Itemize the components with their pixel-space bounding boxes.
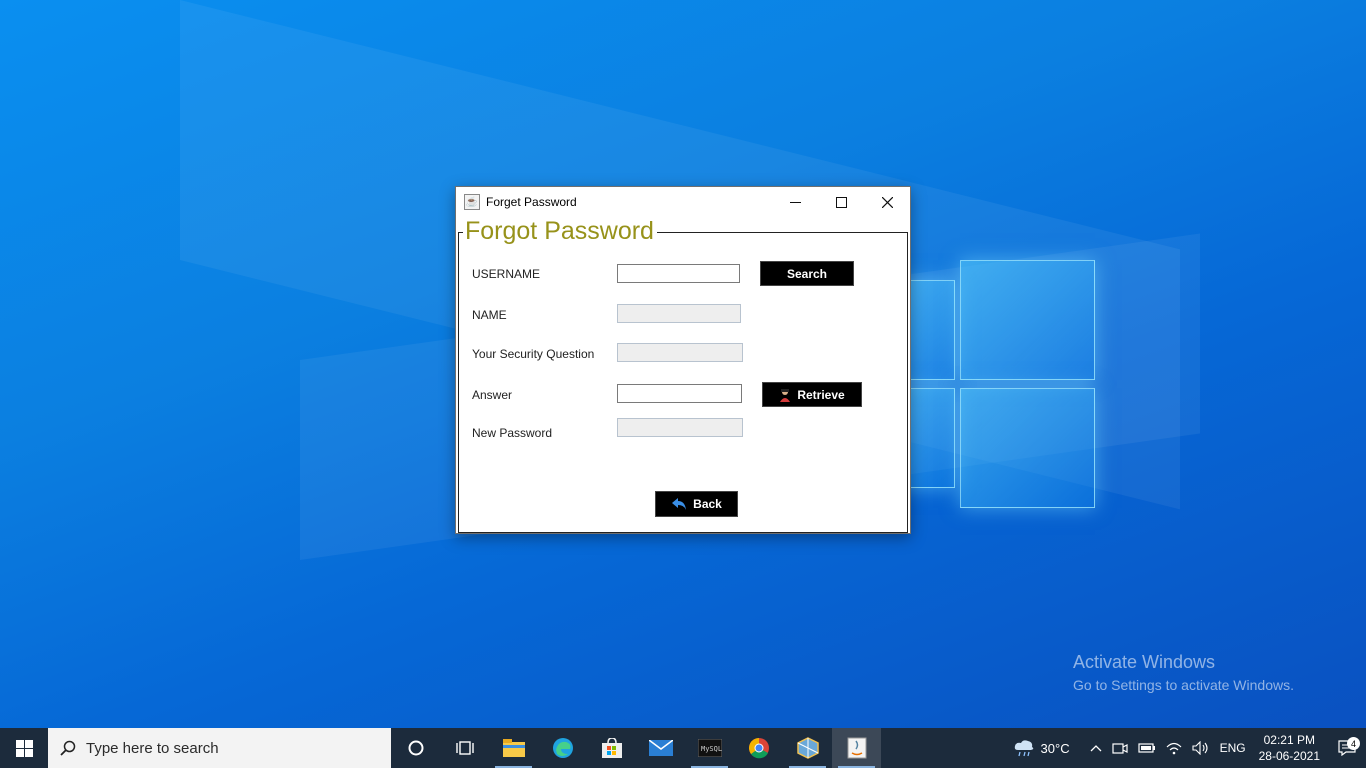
activate-windows-watermark: Activate Windows Go to Settings to activ… [1073, 652, 1294, 693]
show-hidden-icons-button[interactable] [1085, 744, 1107, 752]
clock-date: 28-06-2021 [1258, 749, 1320, 763]
store-icon[interactable] [587, 728, 636, 768]
window-title: Forget Password [486, 195, 577, 209]
logo-pane [960, 388, 1095, 508]
name-field [617, 304, 741, 323]
mysql-icon[interactable]: MySQL [685, 728, 734, 768]
watermark-subtitle[interactable]: Go to Settings to activate Windows. [1073, 677, 1294, 693]
search-button[interactable]: Search [760, 261, 854, 286]
close-button[interactable] [864, 187, 910, 217]
minimize-button[interactable] [772, 187, 818, 217]
answer-field[interactable] [617, 384, 742, 403]
watermark-title: Activate Windows [1073, 652, 1216, 672]
search-icon [60, 740, 76, 756]
username-field[interactable] [617, 264, 740, 283]
username-input[interactable] [618, 265, 739, 283]
retrieve-button-label: Retrieve [797, 387, 845, 402]
chevron-up-icon [1090, 745, 1102, 752]
start-button[interactable] [0, 728, 48, 768]
java-icon[interactable] [832, 728, 881, 768]
name-label: NAME [472, 308, 507, 322]
security-question-field [617, 343, 743, 362]
maximize-icon [835, 196, 847, 208]
system-tray: 30°C ENG 02:21 PM 28-06-2021 4 [1008, 728, 1366, 768]
meet-now-icon[interactable] [1107, 741, 1133, 755]
battery-icon[interactable] [1133, 742, 1161, 754]
svg-text:MySQL: MySQL [701, 745, 722, 753]
security-question-input [618, 344, 742, 362]
notification-badge: 4 [1347, 737, 1360, 750]
clock[interactable]: 02:21 PM 28-06-2021 [1251, 732, 1328, 764]
back-button-label: Back [693, 497, 722, 511]
logo-pane [960, 260, 1095, 380]
answer-label: Answer [472, 388, 513, 402]
maximize-button[interactable] [818, 187, 864, 217]
new-password-field [617, 418, 743, 437]
back-arrow-icon [671, 497, 687, 511]
wifi-icon[interactable] [1161, 741, 1187, 755]
virtualbox-icon[interactable] [783, 728, 832, 768]
weather-temp: 30°C [1040, 740, 1070, 756]
retrieve-button[interactable]: Retrieve [762, 382, 862, 407]
taskbar-search-box[interactable]: Type here to search [48, 728, 391, 768]
search-placeholder: Type here to search [86, 739, 219, 757]
cloud-rain-icon [1014, 740, 1033, 757]
action-center-button[interactable]: 4 [1328, 737, 1366, 756]
new-password-input [618, 419, 742, 437]
name-input [618, 305, 740, 323]
language-indicator[interactable]: ENG [1215, 741, 1251, 755]
username-label: USERNAME [472, 267, 541, 281]
panel-title: Forgot Password [463, 216, 657, 246]
clock-time: 02:21 PM [1263, 733, 1315, 747]
taskbar: Type here to search MySQL 30°C ENG 02:21… [0, 728, 1366, 768]
volume-icon[interactable] [1187, 741, 1215, 755]
task-view-icon[interactable] [440, 728, 489, 768]
windows-logo-icon [15, 739, 33, 757]
java-app-icon: ☕ [464, 194, 480, 210]
cortana-icon[interactable] [391, 728, 440, 768]
back-button[interactable]: Back [655, 491, 738, 517]
weather-widget[interactable]: 30°C [1008, 739, 1075, 757]
mail-icon[interactable] [636, 728, 685, 768]
file-explorer-icon[interactable] [489, 728, 538, 768]
close-icon [881, 196, 893, 208]
user-icon [779, 388, 791, 402]
chrome-icon[interactable] [734, 728, 783, 768]
new-password-label: New Password [472, 426, 553, 440]
minimize-icon [789, 201, 801, 203]
search-button-label: Search [786, 266, 828, 281]
title-bar[interactable]: ☕ Forget Password [456, 187, 910, 217]
security-question-label: Your Security Question [472, 347, 595, 361]
edge-icon[interactable] [538, 728, 587, 768]
answer-input[interactable] [618, 385, 741, 403]
